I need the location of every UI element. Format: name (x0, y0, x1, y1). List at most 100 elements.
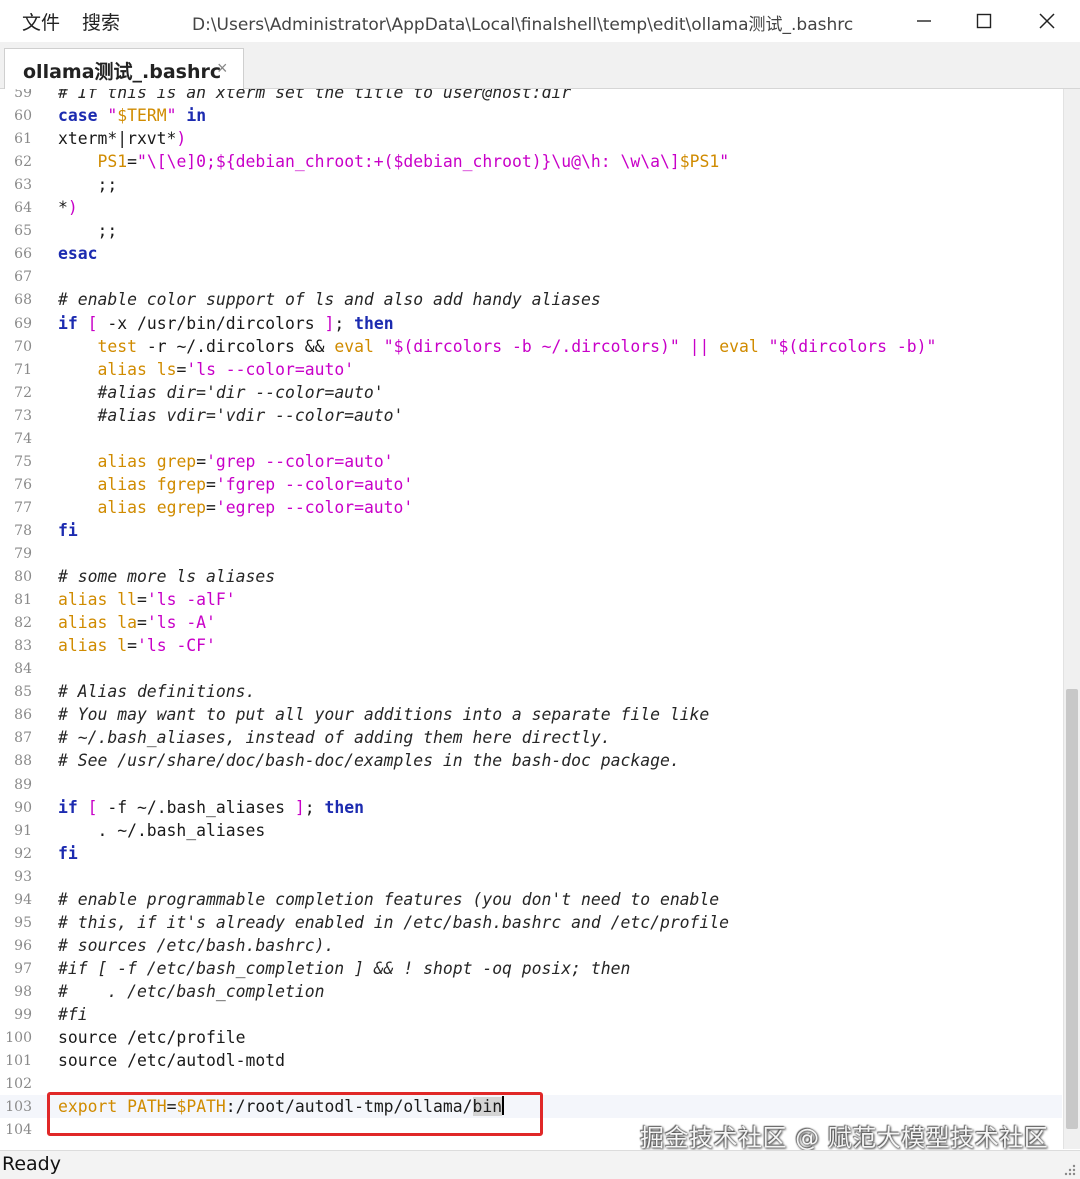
code-line[interactable]: 74 (0, 427, 1062, 450)
code-line[interactable]: 70 test -r ~/.dircolors && eval "$(dirco… (0, 335, 1062, 358)
minimize-icon (917, 20, 931, 22)
code-text: # enable programmable completion feature… (58, 889, 720, 909)
window-title-path: D:\Users\Administrator\AppData\Local\fin… (192, 15, 854, 35)
code-line[interactable]: 61 xterm*|rxvt*) (0, 127, 1062, 150)
menu-search[interactable]: 搜索 (82, 8, 120, 35)
line-number: 104 (5, 1122, 32, 1139)
line-number: 71 (14, 361, 32, 378)
line-number: 69 (14, 315, 32, 332)
code-line[interactable]: 69 if [ -x /usr/bin/dircolors ]; then (0, 312, 1062, 335)
code-line[interactable]: 82 alias la='ls -A' (0, 611, 1062, 634)
code-line[interactable]: 64 *) (0, 196, 1062, 219)
code-line[interactable]: 99 #fi (0, 1003, 1062, 1026)
code-text: #fi (58, 1005, 88, 1024)
line-number: 79 (14, 546, 32, 562)
code-text: ;; (58, 221, 118, 241)
scrollbar-thumb[interactable] (1066, 689, 1078, 1129)
line-number: 82 (14, 615, 32, 632)
code-line[interactable]: 95 # this, if it's already enabled in /et… (0, 911, 1062, 934)
code-line[interactable]: 81 alias ll='ls -alF' (0, 588, 1062, 611)
code-line[interactable]: 91 . ~/.bash_aliases (0, 819, 1062, 842)
watermark: 掘金技术社区 @ 赋范大模型技术社区 (640, 1124, 1049, 1152)
code-line[interactable]: 88 # See /usr/share/doc/bash-doc/examples… (0, 749, 1062, 772)
line-number: 65 (14, 223, 32, 240)
code-line[interactable]: 72 #alias dir='dir --color=auto' (0, 381, 1062, 404)
line-number: 66 (14, 246, 32, 263)
code-line[interactable]: 90 if [ -f ~/.bash_aliases ]; then (0, 796, 1062, 819)
maximize-button[interactable] (964, 6, 1004, 36)
code-text: if [ -f ~/.bash_aliases ]; then (58, 797, 364, 817)
code-text: # . /etc/bash_completion (58, 981, 325, 1001)
vertical-scrollbar[interactable] (1063, 89, 1080, 1149)
annotation-highlight-box (47, 1092, 543, 1136)
code-text: # If this is an xterm set the title to u… (58, 89, 572, 102)
code-line[interactable]: 78 fi (0, 519, 1062, 542)
code-line[interactable]: 62 PS1="\[\e]0;${debian_chroot:+($debian… (0, 150, 1062, 173)
line-number: 59 (14, 89, 32, 101)
line-number: 76 (14, 476, 32, 493)
code-line[interactable]: 94 # enable programmable completion featu… (0, 888, 1062, 911)
code-line[interactable]: 89 (0, 773, 1062, 796)
line-number: 97 (14, 960, 32, 977)
code-line[interactable]: 71 alias ls='ls --color=auto' (0, 358, 1062, 381)
close-window-button[interactable] (1027, 6, 1067, 36)
code-text: fi (58, 520, 78, 540)
line-number: 75 (14, 453, 32, 470)
line-number: 61 (14, 131, 32, 148)
code-line[interactable]: 87 # ~/.bash_aliases, instead of adding t… (0, 726, 1062, 749)
code-line[interactable]: 77 alias egrep='egrep --color=auto' (0, 496, 1062, 519)
line-number: 95 (14, 914, 32, 931)
code-line[interactable]: 79 (0, 542, 1062, 565)
line-number: 96 (14, 937, 32, 954)
code-line[interactable]: 75 alias grep='grep --color=auto' (0, 450, 1062, 473)
code-text: alias l='ls -CF' (58, 636, 216, 656)
tab-file-label: ollama测试_.bashrc (23, 61, 222, 83)
code-text: xterm*|rxvt*) (58, 129, 187, 149)
code-text: # some more ls aliases (58, 567, 276, 587)
minimize-button[interactable] (904, 6, 944, 36)
code-line[interactable]: 76 alias fgrep='fgrep --color=auto' (0, 473, 1062, 496)
line-number: 85 (14, 684, 32, 701)
line-number: 80 (14, 569, 32, 586)
line-number: 91 (14, 822, 32, 839)
tab-file[interactable]: ollama测试_.bashrc × (4, 48, 244, 89)
code-line[interactable]: 67 (0, 265, 1062, 288)
code-line[interactable]: 97 #if [ -f /etc/bash_completion ] && ! s… (0, 957, 1062, 980)
tab-close-icon[interactable]: × (217, 58, 228, 79)
line-number: 99 (14, 1007, 32, 1023)
code-line[interactable]: 84 (0, 657, 1062, 680)
code-text: test -r ~/.dircolors && eval "$(dircolor… (97, 336, 937, 356)
code-line[interactable]: 86 # You may want to put all your additio… (0, 703, 1062, 726)
code-line[interactable]: 80 # some more ls aliases (0, 565, 1062, 588)
code-line[interactable]: 85 # Alias definitions. (0, 680, 1062, 703)
code-line[interactable]: 93 (0, 865, 1062, 888)
title-bar: 文件 搜索 D:\Users\Administrator\AppData\Loc… (0, 0, 1080, 42)
code-text: alias ls='ls --color=auto' (97, 359, 355, 379)
tab-strip: ollama测试_.bashrc × (0, 42, 1080, 89)
code-line[interactable]: 59 # If this is an xterm set the title to… (0, 89, 1062, 104)
code-line[interactable]: 60 case "$TERM" in (0, 104, 1062, 127)
code-line[interactable]: 63 ;; (0, 173, 1062, 196)
code-editor[interactable]: 59 # If this is an xterm set the title to… (0, 89, 1062, 1149)
code-line[interactable]: 65 ;; (0, 219, 1062, 242)
code-line[interactable]: 92 fi (0, 842, 1062, 865)
code-line[interactable]: 96 # sources /etc/bash.bashrc). (0, 934, 1062, 957)
menu-file[interactable]: 文件 (22, 8, 60, 35)
code-text: fi (58, 843, 78, 863)
line-number: 103 (5, 1099, 32, 1116)
code-line[interactable]: 101 source /etc/autodl-motd (0, 1049, 1062, 1072)
code-line[interactable]: 68 # enable color support of ls and also … (0, 288, 1062, 311)
code-text: # sources /etc/bash.bashrc). (58, 935, 335, 955)
code-text: #alias vdir='vdir --color=auto' (97, 405, 404, 425)
code-line[interactable]: 66 esac (0, 242, 1062, 265)
code-line[interactable]: 73 #alias vdir='vdir --color=auto' (0, 404, 1062, 427)
code-line[interactable]: 83 alias l='ls -CF' (0, 634, 1062, 657)
code-line[interactable]: 98 # . /etc/bash_completion (0, 980, 1062, 1003)
line-number: 101 (5, 1053, 32, 1070)
resize-grip-icon[interactable] (1062, 1162, 1076, 1176)
code-text: #if [ -f /etc/bash_completion ] && ! sho… (58, 958, 631, 978)
code-line[interactable]: 100 source /etc/profile (0, 1026, 1062, 1049)
line-number: 68 (14, 292, 32, 309)
line-number: 87 (14, 730, 32, 747)
code-text: if [ -x /usr/bin/dircolors ]; then (58, 313, 394, 333)
